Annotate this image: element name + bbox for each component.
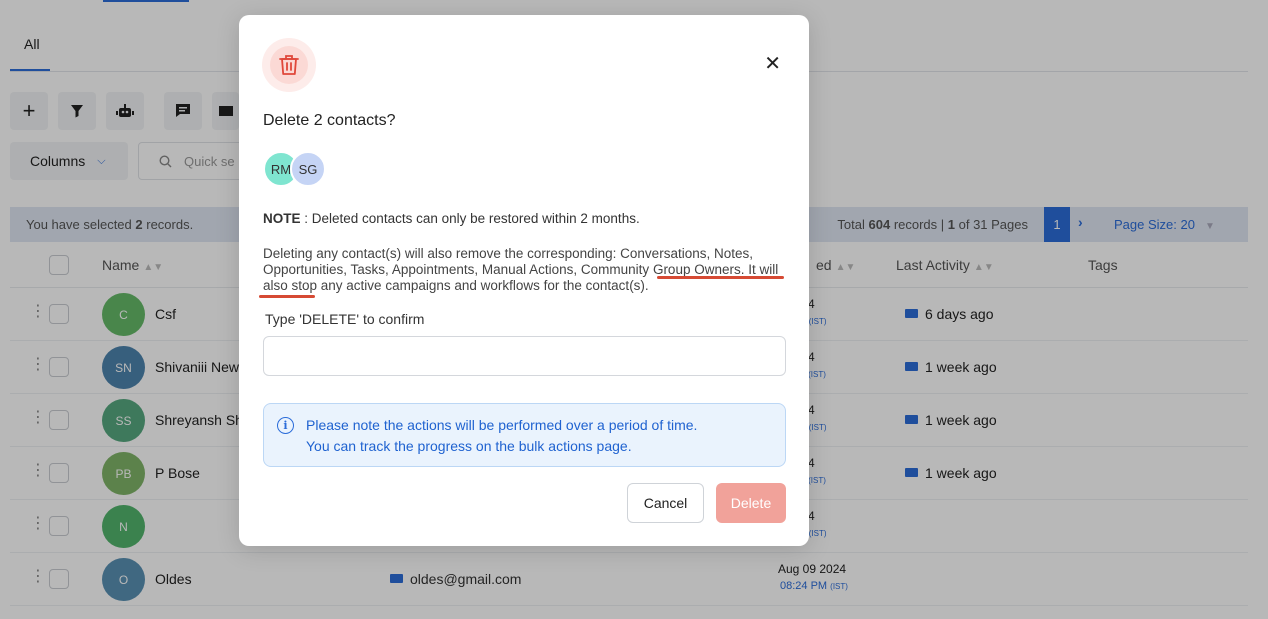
close-icon[interactable]: ✕ (764, 51, 781, 76)
confirm-label: Type 'DELETE' to confirm (265, 311, 425, 327)
info-text-line1: Please note the actions will be performe… (306, 417, 698, 433)
delete-description: Deleting any contact(s) will also remove… (263, 246, 779, 293)
info-icon: i (277, 417, 294, 434)
trash-icon-badge (262, 38, 316, 92)
cancel-button[interactable]: Cancel (627, 483, 704, 523)
annotation-underline (259, 295, 315, 298)
info-text-line2: You can track the progress on the bulk a… (306, 438, 632, 454)
trash-icon (279, 55, 299, 75)
annotation-underline (657, 276, 784, 279)
avatar-sg: SG (290, 151, 326, 187)
info-callout: i Please note the actions will be perfor… (263, 403, 786, 467)
restore-note: NOTE : Deleted contacts can only be rest… (263, 211, 640, 226)
delete-button[interactable]: Delete (716, 483, 786, 523)
dialog-title: Delete 2 contacts? (263, 112, 396, 129)
delete-contacts-dialog: ✕ Delete 2 contacts? RM SG NOTE : Delete… (239, 15, 809, 546)
confirm-delete-input[interactable] (263, 336, 786, 376)
